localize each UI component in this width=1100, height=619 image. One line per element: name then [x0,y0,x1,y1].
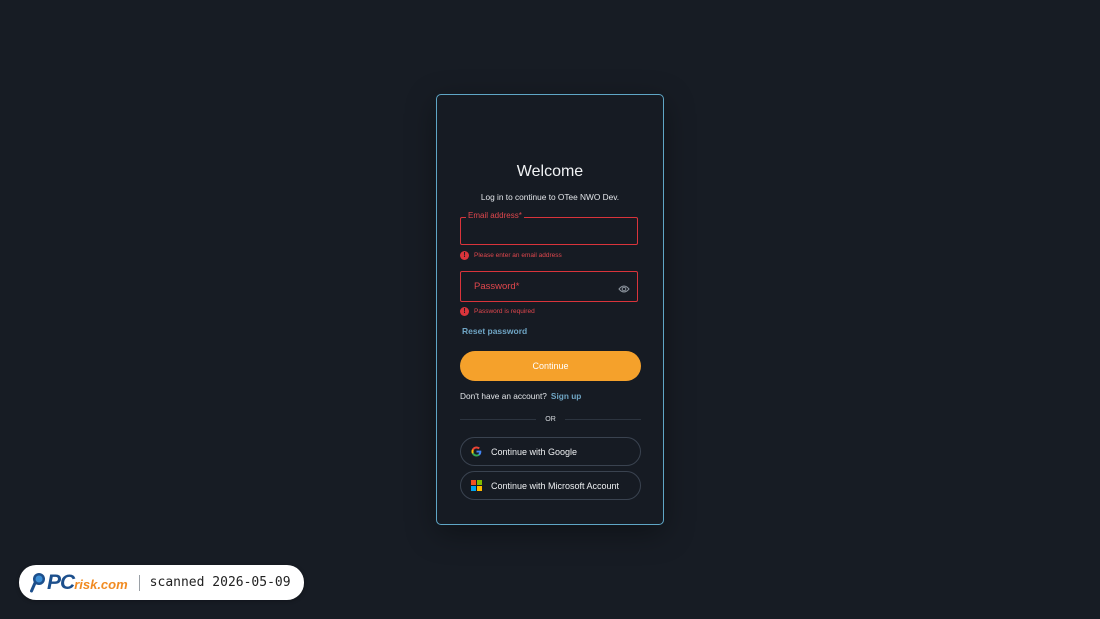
password-label: Password* [474,281,520,292]
page: Welcome Log in to continue to OTee NWO D… [0,0,1100,619]
no-account-text: Don't have an account? [460,391,547,401]
email-label: Email address* [466,211,524,220]
divider-line-left [460,418,537,420]
reset-password-link[interactable]: Reset password [462,326,527,336]
signup-row: Don't have an account? Sign up [460,391,581,401]
error-icon: ! [460,307,469,316]
login-card: Welcome Log in to continue to OTee NWO D… [436,94,664,525]
email-error: ! Please enter an email address [460,251,562,260]
scan-date: scanned 2026-05-09 [149,575,291,590]
continue-with-microsoft-button[interactable]: Continue with Microsoft Account [460,471,641,500]
eye-icon[interactable] [618,281,630,293]
login-subtitle: Log in to continue to OTee NWO Dev. [480,192,620,202]
google-button-label: Continue with Google [491,446,578,457]
password-field[interactable]: Password* [460,271,638,302]
pcrisk-logo: PC risk.com [30,571,128,595]
badge-separator [138,574,140,591]
microsoft-logo-icon [471,480,482,491]
pcrisk-watermark: PC risk.com scanned 2026-05-09 [19,565,304,600]
or-divider: OR [460,414,641,424]
microsoft-button-label: Continue with Microsoft Account [491,480,620,491]
page-title: Welcome [516,163,584,180]
email-field[interactable]: Email address* [460,211,638,245]
magnifier-icon [30,573,45,593]
continue-button[interactable]: Continue [460,351,641,381]
pcrisk-logo-main: PC [47,570,75,594]
or-text: OR [545,415,556,423]
pcrisk-logo-suffix: risk.com [74,576,128,592]
google-logo-icon [471,446,482,457]
password-error-text: Password is required [474,308,535,315]
divider-line-right [564,418,641,420]
email-error-text: Please enter an email address [474,252,562,259]
continue-with-google-button[interactable]: Continue with Google [460,437,641,466]
error-icon: ! [460,251,469,260]
pcrisk-logo-text: PC risk.com [47,571,128,595]
password-error: ! Password is required [460,307,535,316]
signup-link[interactable]: Sign up [551,391,581,401]
